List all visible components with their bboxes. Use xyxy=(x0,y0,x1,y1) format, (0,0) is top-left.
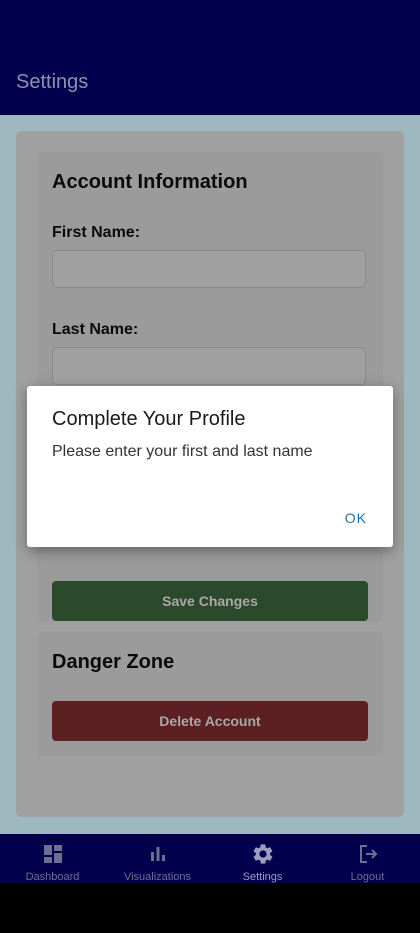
tab-label: Visualizations xyxy=(123,871,192,883)
gear-icon xyxy=(253,844,272,864)
page-title: Settings xyxy=(16,71,89,93)
dashboard-icon xyxy=(43,845,62,863)
tab-dashboard[interactable]: Dashboard xyxy=(0,834,105,883)
account-section-title: Account Information xyxy=(52,171,248,193)
tab-label: Logout xyxy=(350,871,385,883)
delete-account-button[interactable]: Delete Account xyxy=(52,701,368,741)
ok-button[interactable]: OK xyxy=(345,510,367,526)
dialog-message: Please enter your first and last name xyxy=(52,443,313,460)
tab-visualizations[interactable]: Visualizations xyxy=(105,834,210,883)
bar-chart-icon xyxy=(150,847,165,861)
complete-profile-dialog: Complete Your Profile Please enter your … xyxy=(27,386,393,547)
tab-logout[interactable]: Logout xyxy=(315,834,420,883)
first-name-field[interactable] xyxy=(52,250,366,288)
last-name-label: Last Name: xyxy=(52,321,139,338)
bottom-tab-bar: Dashboard Visualizations Settings Logout xyxy=(0,834,420,883)
danger-section-title: Danger Zone xyxy=(52,651,175,673)
tab-settings[interactable]: Settings xyxy=(210,834,315,883)
app-header: Settings xyxy=(0,0,420,115)
tab-label: Dashboard xyxy=(25,871,80,883)
logout-icon xyxy=(359,845,377,863)
save-changes-button[interactable]: Save Changes xyxy=(52,581,368,621)
last-name-field[interactable] xyxy=(52,347,366,385)
dialog-title: Complete Your Profile xyxy=(52,408,246,430)
tab-label: Settings xyxy=(242,871,283,883)
danger-zone-section: Danger Zone Delete Account xyxy=(37,631,383,756)
first-name-label: First Name: xyxy=(52,224,141,241)
